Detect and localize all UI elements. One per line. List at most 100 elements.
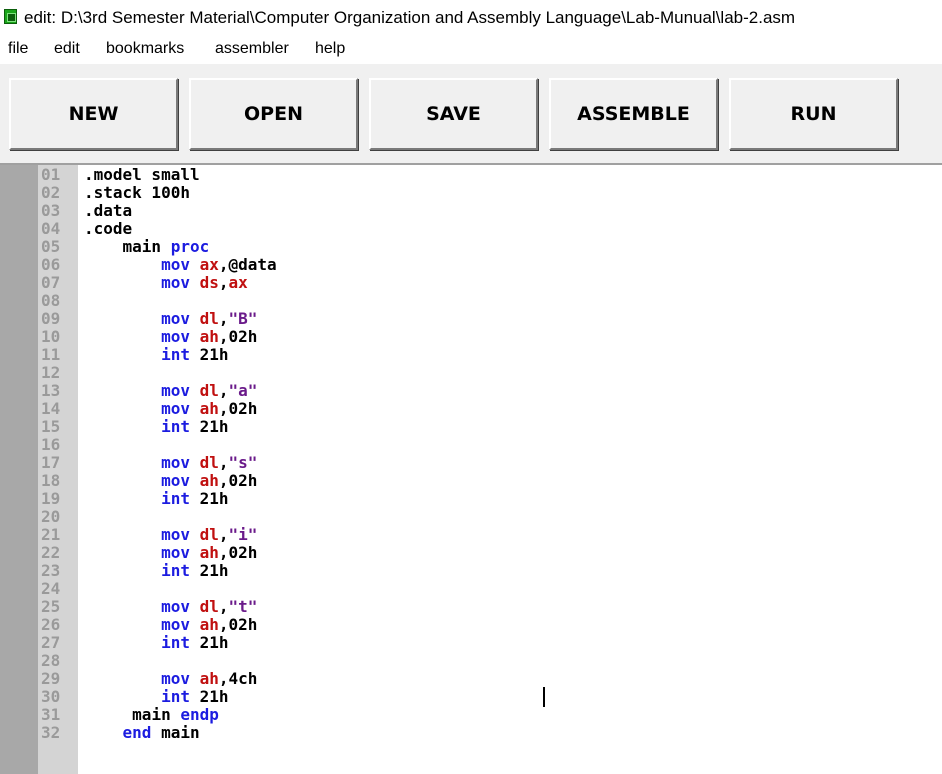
code-token: 21h xyxy=(199,561,229,580)
code-token: mov xyxy=(161,327,200,346)
code-line[interactable]: int 21h xyxy=(84,687,228,706)
code-token: 21h xyxy=(199,417,229,436)
open-button[interactable]: OPEN xyxy=(189,78,358,150)
line-number: 25 xyxy=(41,597,61,616)
run-button[interactable]: RUN xyxy=(729,78,898,150)
line-number: 08 xyxy=(41,291,61,310)
code-line[interactable]: int 21h xyxy=(84,345,228,364)
line-number: 04 xyxy=(41,219,61,238)
code-token: mov xyxy=(161,597,200,616)
code-line[interactable]: mov ds,ax xyxy=(84,274,248,292)
assemble-button[interactable]: ASSEMBLE xyxy=(549,78,718,150)
code-token: ah xyxy=(199,471,219,490)
toolbar: NEW OPEN SAVE ASSEMBLE RUN xyxy=(0,64,942,164)
code-line[interactable]: mov ah,4ch xyxy=(84,670,257,688)
code-token: ,02h xyxy=(218,471,258,490)
line-number: 28 xyxy=(41,651,61,670)
code-token: mov xyxy=(161,615,200,634)
code-token: int xyxy=(161,417,200,436)
code-line[interactable]: mov ah,02h xyxy=(84,616,257,634)
menu-help[interactable]: help xyxy=(315,40,345,58)
line-number: 07 xyxy=(41,273,61,292)
code-token: , xyxy=(218,597,229,616)
code-line[interactable]: int 21h xyxy=(84,489,229,508)
line-number: 14 xyxy=(41,399,61,418)
line-number: 18 xyxy=(41,471,61,490)
code-token: int xyxy=(161,489,200,508)
code-token: mov xyxy=(161,273,200,292)
code-line[interactable]: main endp xyxy=(84,706,219,724)
code-token: 21h xyxy=(199,489,229,508)
code-token: "s" xyxy=(228,453,258,472)
line-number: 32 xyxy=(41,723,61,742)
code-token: dl xyxy=(199,309,219,328)
code-line[interactable]: int 21h xyxy=(84,633,229,652)
code-token: "t" xyxy=(228,597,258,616)
code-line[interactable]: mov dl,"s" xyxy=(84,454,257,472)
code-line[interactable]: .code xyxy=(84,220,132,238)
code-token: .data xyxy=(84,201,133,220)
new-button[interactable]: NEW xyxy=(9,78,178,150)
code-line[interactable]: mov ah,02h xyxy=(84,472,257,490)
save-button[interactable]: SAVE xyxy=(369,78,538,150)
code-line[interactable]: mov ax,@data xyxy=(84,256,277,274)
code-token: int xyxy=(161,633,200,652)
menu-bookmarks[interactable]: bookmarks xyxy=(106,40,184,58)
code-token: mov xyxy=(161,309,200,328)
code-token: dl xyxy=(199,525,219,544)
app-chip-icon xyxy=(4,9,17,24)
menu-bar: file edit bookmarks assembler help xyxy=(0,36,942,64)
code-line[interactable]: mov dl,"t" xyxy=(84,598,257,616)
code-line[interactable]: mov ah,02h xyxy=(84,544,257,562)
code-line[interactable]: mov dl,"B" xyxy=(84,310,257,328)
code-line[interactable]: int 21h xyxy=(84,561,229,580)
line-number: 09 xyxy=(41,309,61,328)
code-line[interactable]: mov dl,"a" xyxy=(84,382,257,400)
line-number: 01 xyxy=(41,165,61,184)
code-token: int xyxy=(161,687,200,706)
code-token: ah xyxy=(199,615,219,634)
code-line[interactable]: .model small xyxy=(84,166,200,184)
line-number: 27 xyxy=(41,633,61,652)
code-token: ax xyxy=(228,273,248,292)
code-token: end xyxy=(122,723,162,742)
code-token: , xyxy=(218,309,229,328)
code-line[interactable]: mov dl,"i" xyxy=(84,526,257,544)
code-line[interactable]: end main xyxy=(84,724,200,742)
line-number: 11 xyxy=(41,345,61,364)
code-token: ah xyxy=(199,543,219,562)
code-line[interactable]: mov ah,02h xyxy=(84,328,257,346)
code-line[interactable]: mov ah,02h xyxy=(84,400,257,418)
code-token: dl xyxy=(199,381,219,400)
code-token: int xyxy=(161,345,200,364)
line-number: 19 xyxy=(41,489,61,508)
code-token: "a" xyxy=(228,381,258,400)
code-token: 21h xyxy=(199,633,229,652)
code-token: mov xyxy=(161,381,200,400)
code-line[interactable]: .data xyxy=(84,202,132,220)
code-line[interactable]: .stack 100h xyxy=(84,184,190,202)
text-cursor xyxy=(543,687,545,707)
code-token: ax xyxy=(199,255,219,274)
code-token: .stack 100h xyxy=(84,183,190,202)
code-token: ah xyxy=(199,399,219,418)
title-bar[interactable]: edit: D:\3rd Semester Material\Computer … xyxy=(0,0,942,36)
code-token: ,@data xyxy=(218,255,277,274)
menu-edit[interactable]: edit xyxy=(54,40,80,58)
line-number: 16 xyxy=(41,435,61,454)
menu-file[interactable]: file xyxy=(8,40,28,58)
code-line[interactable]: main proc xyxy=(84,238,210,256)
menu-assembler[interactable]: assembler xyxy=(215,40,289,58)
code-line[interactable]: int 21h xyxy=(84,417,229,436)
